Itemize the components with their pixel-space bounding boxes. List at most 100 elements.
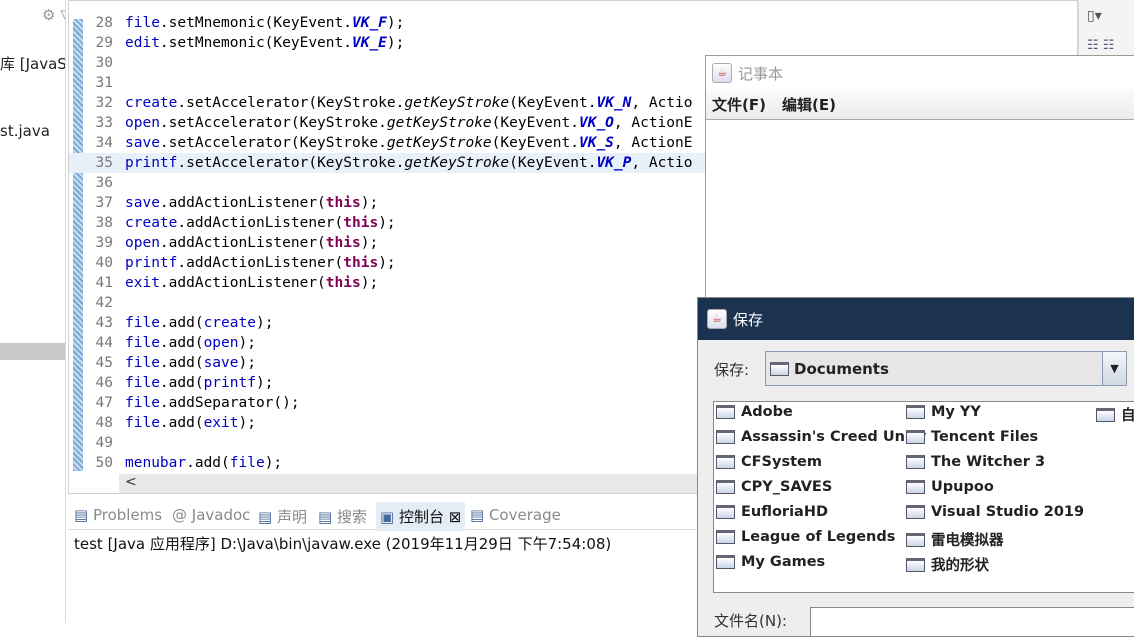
- folder-icon: [906, 405, 925, 419]
- java-icon: ☕: [712, 63, 732, 83]
- folder-name: 我的形状: [931, 558, 989, 574]
- code-token: open: [125, 115, 160, 131]
- folder-item[interactable]: Assassin's Creed Unity: [716, 429, 926, 445]
- declaration-icon: ▤: [258, 508, 277, 526]
- folder-icon: [716, 555, 735, 569]
- tab-coverage[interactable]: ▤ Coverage: [470, 506, 561, 524]
- save-dialog: ☕ 保存 保存: Documents ▼ Adobe Assassin's Cree…: [697, 297, 1134, 637]
- file-list[interactable]: Adobe Assassin's Creed Unity CFSystem CPY_S…: [713, 401, 1134, 593]
- folder-name: Adobe: [741, 404, 793, 420]
- selected-row[interactable]: [0, 343, 65, 360]
- folder-item[interactable]: Adobe: [716, 404, 793, 420]
- outline-toolbar: ▯▾ ☷ ☷: [1078, 0, 1134, 60]
- code-token: .add(: [159, 315, 204, 331]
- line-number: 46: [95, 375, 113, 391]
- code-token: getKeyStroke: [386, 135, 492, 151]
- folder-item[interactable]: League of Legends: [716, 529, 895, 545]
- folder-item[interactable]: 我的形状: [906, 554, 989, 575]
- code-text: file.add(save);: [125, 353, 256, 373]
- folder-item[interactable]: My YY: [906, 404, 981, 420]
- code-token: .addActionListener(: [159, 275, 326, 291]
- folder-name: CFSystem: [741, 454, 822, 470]
- menu-bar: 文件(F) 编辑(E): [706, 90, 1134, 120]
- code-text: open.setAccelerator(KeyStroke.getKeyStro…: [125, 113, 692, 133]
- tree-item[interactable]: st.java: [0, 122, 50, 140]
- code-text: file.addSeparator();: [125, 393, 300, 413]
- code-token: this: [343, 255, 379, 271]
- code-text: menubar.add(file);: [125, 453, 282, 473]
- tree-item[interactable]: 库 [JavaS: [0, 53, 65, 74]
- code-token: save: [203, 355, 239, 371]
- code-token: printf: [125, 155, 178, 171]
- code-token: file: [229, 455, 265, 471]
- folder-item[interactable]: 雷电模拟器: [906, 529, 1004, 550]
- code-token: , Actio: [631, 95, 693, 111]
- tab-label: @ Javadoc: [172, 506, 251, 524]
- line-number: 35: [95, 155, 113, 171]
- code-text: save.addActionListener(this);: [125, 193, 378, 213]
- folder-item[interactable]: CPY_SAVES: [716, 479, 832, 495]
- code-token: printf: [203, 375, 256, 391]
- folder-item[interactable]: EufloriaHD: [716, 504, 828, 520]
- folder-item[interactable]: 自: [1096, 404, 1134, 425]
- code-token: .add(: [159, 375, 204, 391]
- folder-name: CPY_SAVES: [741, 479, 833, 495]
- scroll-left-icon[interactable]: <: [125, 474, 137, 490]
- chevron-down-icon[interactable]: ▼: [1102, 352, 1126, 385]
- code-text: exit.addActionListener(this);: [125, 273, 378, 293]
- folder-name: Assassin's Creed Unity: [741, 429, 927, 445]
- toolbar-icons[interactable]: ⚙ ▽: [42, 6, 65, 24]
- line-number: 34: [95, 135, 113, 151]
- menu-file[interactable]: 文件(F): [712, 94, 766, 115]
- title-bar[interactable]: ☕ 记事本: [706, 56, 1134, 90]
- line-number: 39: [95, 235, 113, 251]
- folder-item[interactable]: The Witcher 3: [906, 454, 1045, 470]
- console-icon: ▣: [380, 508, 399, 526]
- code-line[interactable]: 29 edit.setMnemonic(KeyEvent.VK_E);: [69, 33, 1077, 53]
- code-text: open.addActionListener(this);: [125, 233, 378, 253]
- filename-input[interactable]: [810, 607, 1134, 637]
- look-in-value: Documents: [794, 359, 889, 378]
- code-token: );: [238, 415, 256, 431]
- line-number: 42: [95, 295, 113, 311]
- code-token: );: [378, 255, 396, 271]
- line-number: 33: [95, 115, 113, 131]
- folder-item[interactable]: CFSystem: [716, 454, 822, 470]
- coverage-icon: ▤: [470, 506, 489, 524]
- code-token: exit: [203, 415, 239, 431]
- code-text: create.setAccelerator(KeyStroke.getKeySt…: [125, 93, 692, 113]
- tab-label: Coverage: [488, 506, 561, 524]
- code-line[interactable]: 28 file.setMnemonic(KeyEvent.VK_F);: [69, 13, 1077, 33]
- java-icon: ☕: [707, 309, 727, 329]
- package-explorer: ⚙ ▽ 库 [JavaS st.java: [0, 0, 66, 623]
- tab-javadoc[interactable]: @ Javadoc: [172, 506, 250, 524]
- code-token: getKeyStroke: [386, 115, 492, 131]
- tab-label: 声明: [276, 508, 307, 526]
- folder-item[interactable]: Upupoo: [906, 479, 994, 495]
- new-icon[interactable]: ▯▾: [1087, 8, 1102, 24]
- notepad-window: ☕ 记事本 文件(F) 编辑(E): [705, 55, 1134, 315]
- hierarchy-icon[interactable]: ☷ ☷: [1087, 38, 1114, 53]
- bottom-tab-bar: ▤ Problems @ Javadoc ▤ 声明 ▤ 搜索 ▣ 控制台 ⊠ ▤ Cove…: [68, 500, 708, 531]
- code-token: file: [125, 395, 160, 411]
- tab-problems[interactable]: ▤ Problems: [74, 506, 162, 524]
- code-token: open: [125, 235, 160, 251]
- code-token: , ActionE: [613, 115, 693, 131]
- folder-icon: [716, 530, 735, 544]
- code-token: );: [386, 35, 405, 51]
- folder-item[interactable]: Tencent Files: [906, 429, 1038, 445]
- tab-declaration[interactable]: ▤ 声明: [258, 506, 307, 527]
- folder-icon: [906, 505, 925, 519]
- code-token: file: [125, 15, 160, 31]
- folder-item[interactable]: Visual Studio 2019: [906, 504, 1084, 520]
- dialog-title-bar[interactable]: ☕ 保存: [698, 298, 1134, 340]
- tab-console[interactable]: ▣ 控制台 ⊠: [376, 502, 466, 531]
- folder-item[interactable]: My Games: [716, 554, 825, 570]
- menu-edit[interactable]: 编辑(E): [782, 94, 836, 115]
- folder-icon: [906, 532, 925, 547]
- tab-search[interactable]: ▤ 搜索: [318, 506, 367, 527]
- code-token: VK_P: [596, 155, 632, 171]
- search-icon: ▤: [318, 508, 337, 526]
- code-token: save: [125, 135, 160, 151]
- look-in-combo[interactable]: Documents ▼: [765, 351, 1127, 386]
